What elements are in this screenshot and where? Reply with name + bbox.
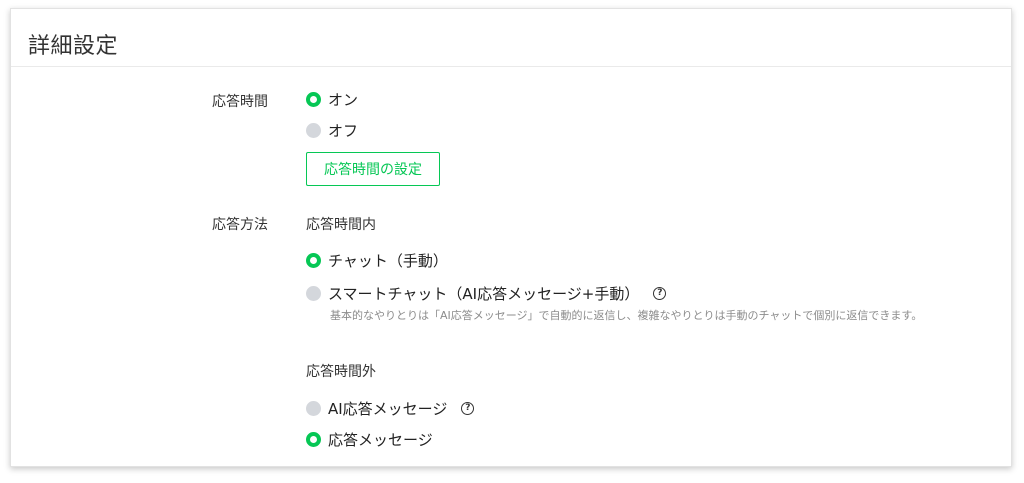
- smart-chat-description: 基本的なやりとりは「AI応答メッセージ」で自動的に返信し、複雑なやりとりは手動の…: [330, 309, 923, 322]
- response-time-off-radio[interactable]: オフ: [306, 120, 358, 141]
- ai-response-message-radio[interactable]: AI応答メッセージ ?: [306, 398, 475, 419]
- title-divider: [11, 66, 1011, 67]
- response-time-label: 応答時間: [212, 94, 268, 110]
- smart-chat-radio[interactable]: スマートチャット（AI応答メッセージ+手動） ?: [306, 283, 667, 304]
- radio-selected-icon: [306, 253, 321, 268]
- response-time-settings-button[interactable]: 応答時間の設定: [306, 152, 440, 186]
- advanced-settings-panel: 詳細設定 応答時間 オン オフ 応答時間の設定 応答方法 応答時間内 チャット（…: [10, 8, 1012, 467]
- help-icon[interactable]: ?: [653, 287, 667, 300]
- within-hours-heading: 応答時間内: [306, 217, 376, 233]
- page-title: 詳細設定: [28, 34, 119, 59]
- radio-selected-icon: [306, 92, 321, 107]
- help-icon[interactable]: ?: [461, 402, 475, 415]
- radio-unselected-icon: [306, 286, 321, 301]
- radio-label: オフ: [328, 122, 359, 140]
- radio-label: AI応答メッセージ: [328, 400, 448, 418]
- response-method-label: 応答方法: [212, 217, 268, 233]
- radio-label: 応答メッセージ: [328, 431, 433, 449]
- radio-label: チャット（手動）: [328, 252, 448, 270]
- response-time-on-radio[interactable]: オン: [306, 89, 358, 110]
- response-message-radio[interactable]: 応答メッセージ: [306, 429, 433, 450]
- radio-label: オン: [328, 91, 359, 109]
- radio-unselected-icon: [306, 401, 321, 416]
- radio-unselected-icon: [306, 123, 321, 138]
- radio-label: スマートチャット（AI応答メッセージ+手動）: [328, 285, 640, 303]
- radio-selected-icon: [306, 432, 321, 447]
- outside-hours-heading: 応答時間外: [306, 364, 376, 380]
- chat-manual-radio[interactable]: チャット（手動）: [306, 250, 448, 271]
